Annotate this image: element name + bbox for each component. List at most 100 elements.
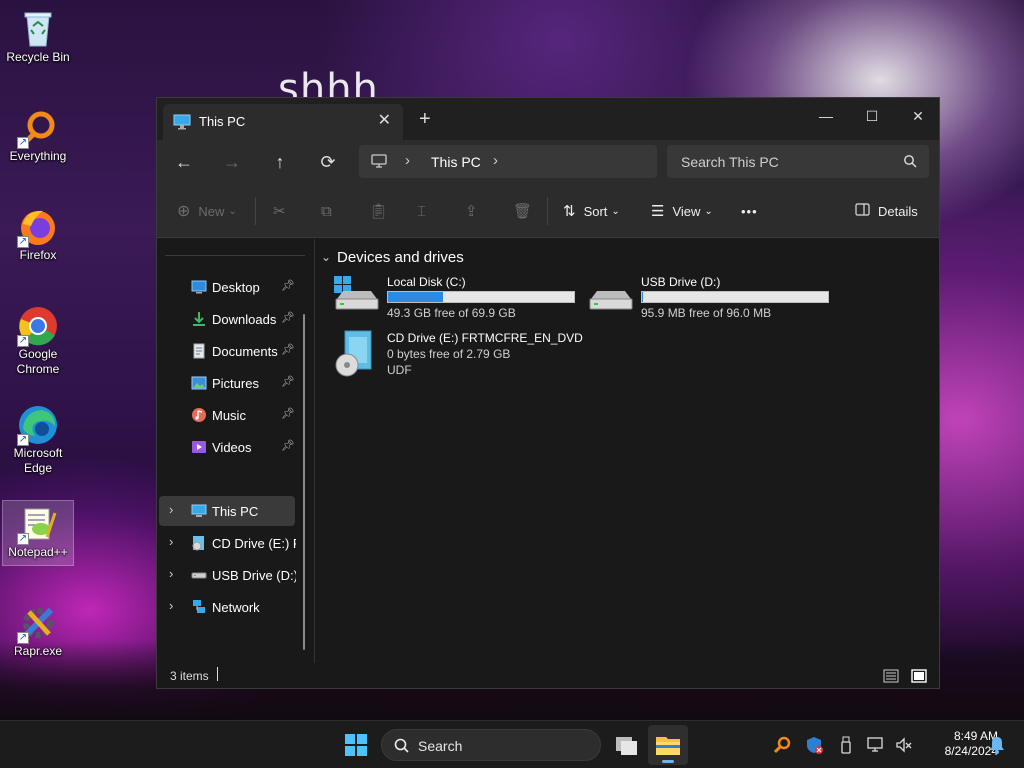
nav-item-network[interactable]: › Network xyxy=(159,592,295,622)
taskbar-search-placeholder: Search xyxy=(418,738,463,754)
task-view-icon xyxy=(616,737,637,755)
system-clock[interactable]: 8:49 AM 8/24/2024 xyxy=(918,729,998,759)
task-view-button[interactable] xyxy=(606,725,646,765)
desktop-icon-notepadpp[interactable]: ↗ Notepad++ xyxy=(2,500,74,566)
shortcut-arrow-icon: ↗ xyxy=(17,236,29,248)
more-options-button[interactable]: ••• xyxy=(741,199,758,223)
pin-icon[interactable]: 📌︎ xyxy=(281,407,295,420)
taskbar-file-explorer[interactable] xyxy=(648,725,688,765)
new-tab-button[interactable]: + xyxy=(419,108,431,131)
usb-drive-icon xyxy=(191,567,207,583)
nav-item-documents[interactable]: Documents 📌︎ xyxy=(159,336,295,366)
refresh-button[interactable]: ⟳ xyxy=(315,150,341,174)
nav-item-this-pc[interactable]: › This PC xyxy=(159,496,295,526)
chevron-down-icon: ⌄ xyxy=(704,205,713,217)
copy-button[interactable]: ⧉ xyxy=(321,199,332,223)
start-button[interactable] xyxy=(344,733,368,760)
desktop-icon-everything[interactable]: ↗ Everything xyxy=(2,105,74,171)
paste-button[interactable]: 📋︎ xyxy=(369,199,388,223)
shortcut-arrow-icon: ↗ xyxy=(17,137,29,149)
volume-muted-icon[interactable] xyxy=(894,735,914,755)
pin-icon[interactable]: 📌︎ xyxy=(281,375,295,388)
cut-button[interactable]: ✂ xyxy=(273,199,286,223)
everything-tray-icon[interactable] xyxy=(772,735,792,755)
desktop-icon-label: Rapr.exe xyxy=(13,644,63,658)
pin-icon[interactable]: 📌︎ xyxy=(281,343,295,356)
back-button[interactable]: ← xyxy=(171,150,197,174)
this-pc-icon xyxy=(173,114,191,133)
chevron-right-icon[interactable]: › xyxy=(169,598,173,613)
new-button[interactable]: ⊕ New ⌄ xyxy=(177,199,237,223)
search-placeholder: Search This PC xyxy=(681,154,779,170)
pictures-icon xyxy=(191,375,207,391)
tab-this-pc[interactable]: This PC ✕ xyxy=(163,104,403,140)
close-button[interactable]: ✕ xyxy=(895,102,941,130)
group-header-devices[interactable]: Devices and drives xyxy=(337,249,464,266)
breadcrumb[interactable]: › This PC › xyxy=(359,145,657,178)
drive-free-space: 0 bytes free of 2.79 GB xyxy=(387,347,511,361)
status-bar: 3 items xyxy=(157,664,939,688)
sort-icon: ⇅ xyxy=(563,203,576,220)
rename-button[interactable]: ⌶ xyxy=(417,199,426,223)
drive-name: CD Drive (E:) FRTMCFRE_EN_DVD xyxy=(387,331,583,345)
pin-icon[interactable]: 📌︎ xyxy=(281,439,295,452)
chevron-right-icon[interactable]: › xyxy=(169,566,173,581)
tab-close-icon[interactable]: ✕ xyxy=(378,110,391,130)
clock-date: 8/24/2024 xyxy=(944,744,998,758)
nav-item-downloads[interactable]: Downloads 📌︎ xyxy=(159,304,295,334)
chevron-right-icon[interactable]: › xyxy=(169,502,173,517)
share-button[interactable]: ⇪ xyxy=(465,199,478,223)
network-tray-icon[interactable] xyxy=(866,735,886,755)
nav-item-desktop[interactable]: Desktop 📌︎ xyxy=(159,272,295,302)
drive-free-space: 95.9 MB free of 96.0 MB xyxy=(641,306,772,320)
pin-icon[interactable]: 📌︎ xyxy=(281,279,295,292)
nav-scrollbar[interactable] xyxy=(303,314,305,650)
desktop-icon-edge[interactable]: ↗ Microsoft Edge xyxy=(2,402,74,482)
pin-icon[interactable]: 📌︎ xyxy=(281,311,295,324)
chevron-right-icon[interactable]: › xyxy=(493,152,498,169)
usb-tray-icon[interactable] xyxy=(836,735,856,755)
minimize-button[interactable]: — xyxy=(803,102,849,130)
status-divider xyxy=(217,667,218,681)
large-icons-view-icon[interactable] xyxy=(911,669,927,686)
chevron-down-icon: ⌄ xyxy=(611,205,620,217)
sort-button[interactable]: ⇅ Sort ⌄ xyxy=(563,199,620,223)
nav-item-music[interactable]: Music 📌︎ xyxy=(159,400,295,430)
nav-item-videos[interactable]: Videos 📌︎ xyxy=(159,432,295,462)
delete-button[interactable]: 🗑︎ xyxy=(513,199,532,223)
desktop-icon-label: Google Chrome xyxy=(16,347,60,376)
details-view-icon[interactable] xyxy=(883,669,899,686)
breadcrumb-this-pc[interactable]: This PC xyxy=(431,154,481,170)
chevron-down-icon: ⌄ xyxy=(228,205,237,217)
drive-free-space: 49.3 GB free of 69.9 GB xyxy=(387,306,516,320)
details-button[interactable]: Details xyxy=(855,199,918,223)
content-pane: ⌄ Devices and drives Local Disk (C:) 49.… xyxy=(315,239,937,663)
nav-item-label: This PC xyxy=(212,504,259,519)
cd-drive-icon xyxy=(333,329,379,382)
view-button[interactable]: ☰ View ⌄ xyxy=(651,199,713,223)
drive-usb-d[interactable]: USB Drive (D:) 95.9 MB free of 96.0 MB xyxy=(587,275,837,325)
share-icon: ⇪ xyxy=(465,203,478,220)
chevron-right-icon[interactable]: › xyxy=(169,534,173,549)
nav-item-cd-drive[interactable]: › CD Drive (E:) FRTMCFRE_EN_DVD xyxy=(159,528,296,558)
search-input[interactable]: Search This PC xyxy=(667,145,929,178)
desktop-icon-firefox[interactable]: ↗ Firefox xyxy=(2,204,74,270)
chevron-down-icon[interactable]: ⌄ xyxy=(321,250,331,264)
maximize-button[interactable]: ☐ xyxy=(849,102,895,130)
forward-button[interactable]: → xyxy=(219,150,245,174)
taskbar-search-input[interactable]: Search xyxy=(381,729,601,761)
desktop-icon-rapr[interactable]: ↗ Rapr.exe xyxy=(2,600,74,666)
recycle-bin-icon xyxy=(17,8,59,50)
desktop-icon-chrome[interactable]: ↗ Google Chrome xyxy=(2,303,74,383)
notification-bell-icon[interactable] xyxy=(988,735,1008,755)
defender-tray-icon[interactable] xyxy=(804,735,824,755)
desktop-icon-label: Everything xyxy=(9,149,67,163)
up-button[interactable]: ↑ xyxy=(267,150,293,174)
desktop-icon-recycle-bin[interactable]: Recycle Bin xyxy=(2,6,74,72)
drive-cd-e[interactable]: CD Drive (E:) FRTMCFRE_EN_DVD 0 bytes fr… xyxy=(333,329,633,382)
details-pane-icon xyxy=(855,203,870,219)
nav-item-usb-drive[interactable]: › USB Drive (D:) xyxy=(159,560,296,590)
file-explorer-window: This PC ✕ + — ☐ ✕ ← → ↑ ⟳ › This PC › Se… xyxy=(156,97,940,689)
drive-local-disk-c[interactable]: Local Disk (C:) 49.3 GB free of 69.9 GB xyxy=(333,275,583,325)
nav-item-pictures[interactable]: Pictures 📌︎ xyxy=(159,368,295,398)
